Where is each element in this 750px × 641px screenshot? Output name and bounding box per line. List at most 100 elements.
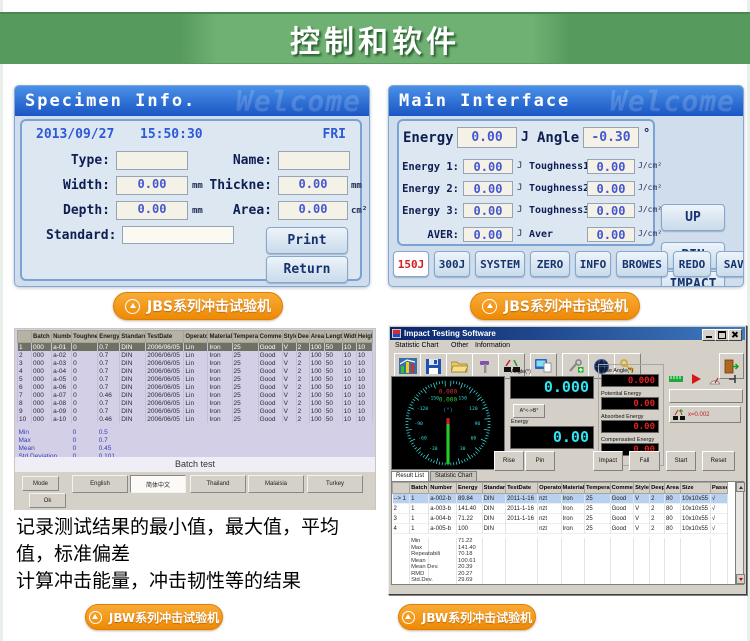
- column-header[interactable]: Style: [634, 483, 650, 494]
- column-header[interactable]: Standard: [120, 331, 146, 343]
- menu-item[interactable]: Information: [475, 342, 510, 349]
- 150j-button[interactable]: 150J: [393, 251, 429, 277]
- table-row[interactable]: 10000a-1000.46DIN2006/06/05LinIron25Good…: [18, 415, 373, 423]
- column-header[interactable]: [393, 483, 410, 494]
- vertical-scrollbar[interactable]: [735, 481, 744, 585]
- table-row[interactable]: 3000a-0300.7DIN2006/06/05LinIron25GoodV2…: [18, 359, 373, 367]
- column-header[interactable]: Area: [309, 331, 324, 343]
- language-button[interactable]: Thailand: [190, 475, 246, 493]
- column-header[interactable]: Temperat: [585, 483, 611, 494]
- column-header[interactable]: Temperat: [232, 331, 258, 343]
- type-field[interactable]: [116, 151, 188, 170]
- table-row[interactable]: 41a-005-b100DINnztIron25GoodV28010x10x55…: [393, 524, 728, 534]
- standard-field[interactable]: [122, 226, 234, 244]
- column-header[interactable]: Length: [324, 331, 342, 343]
- jbs-series-badge-right[interactable]: JBS系列冲击试验机: [470, 292, 640, 320]
- table-row[interactable]: 7000a-0700.46DIN2006/06/05LinIron25GoodV…: [18, 391, 373, 399]
- column-header[interactable]: Number: [52, 331, 72, 343]
- jbw-series-badge-left[interactable]: JBW系列冲击试验机: [85, 604, 223, 630]
- name-field[interactable]: [278, 151, 350, 170]
- save-button[interactable]: SAVE: [716, 251, 744, 277]
- column-header[interactable]: Comment: [610, 483, 633, 494]
- column-header[interactable]: Batch: [410, 483, 429, 494]
- table-row[interactable]: 2000a-0200.7DIN2006/06/05LinIron25GoodV2…: [18, 351, 373, 359]
- column-header[interactable]: Batch: [32, 331, 52, 343]
- language-button[interactable]: Turkey: [307, 475, 363, 493]
- column-header[interactable]: Standard: [482, 483, 505, 494]
- 300j-button[interactable]: 300J: [434, 251, 470, 277]
- column-header[interactable]: [18, 331, 32, 343]
- table-row[interactable]: 4000a-0400.7DIN2006/06/05LinIron25GoodV2…: [18, 367, 373, 375]
- area-field[interactable]: 0.00: [278, 201, 348, 220]
- column-header[interactable]: Energy: [457, 483, 483, 494]
- column-header[interactable]: Deep: [296, 331, 309, 343]
- table-row[interactable]: --> 11a-002-b89.84DIN2011-1-16nztIron25G…: [393, 494, 728, 504]
- column-header[interactable]: Energy: [98, 331, 120, 343]
- value-field[interactable]: 0.00: [587, 227, 635, 242]
- column-header[interactable]: Style: [282, 331, 296, 343]
- column-header[interactable]: PassedF: [710, 483, 727, 494]
- mode-button[interactable]: Mode: [22, 476, 59, 491]
- column-header[interactable]: Number: [429, 483, 457, 494]
- language-button[interactable]: English: [72, 475, 128, 493]
- ab-toggle-button[interactable]: A°<->B°: [513, 404, 545, 418]
- column-header[interactable]: Width: [342, 331, 356, 343]
- impact-button[interactable]: Impact: [593, 451, 623, 471]
- language-button[interactable]: 简体中文: [130, 475, 186, 493]
- tab-statistic-chart[interactable]: Statistic Chart: [430, 471, 477, 481]
- system-button[interactable]: SYSTEM: [475, 251, 525, 277]
- minimize-button[interactable]: [702, 329, 716, 341]
- energy-field[interactable]: 0.00: [457, 127, 517, 148]
- value-field[interactable]: 0.00: [463, 203, 513, 218]
- thickne-field[interactable]: 0.00: [278, 176, 348, 195]
- jbw-series-badge-right[interactable]: JBW系列冲击试验机: [398, 604, 536, 630]
- angle-field[interactable]: -0.30: [583, 127, 639, 148]
- reset-button[interactable]: Reset: [702, 451, 735, 471]
- scroll-up-arrow[interactable]: [736, 482, 745, 492]
- jbs-series-badge-left[interactable]: JBS系列冲击试验机: [113, 292, 283, 320]
- value-field[interactable]: 0.00: [463, 159, 513, 174]
- up-button[interactable]: UP: [661, 204, 725, 231]
- pin-button[interactable]: Pin: [525, 451, 555, 471]
- browes-button[interactable]: BROWES: [616, 251, 668, 277]
- fall-button[interactable]: Fall: [629, 451, 660, 471]
- table-row[interactable]: 31a-004-b71.22DIN2011-1-16nztIron25GoodV…: [393, 514, 728, 524]
- zero-button[interactable]: ZERO: [530, 251, 570, 277]
- column-header[interactable]: TestDate: [146, 331, 184, 343]
- column-header[interactable]: TestDate: [506, 483, 538, 494]
- table-row[interactable]: 5000a-0500.7DIN2006/06/05LinIron25GoodV2…: [18, 375, 373, 383]
- scroll-down-arrow[interactable]: [736, 574, 745, 584]
- column-header[interactable]: Material: [208, 331, 232, 343]
- width-field[interactable]: 0.00: [116, 176, 188, 195]
- return-button[interactable]: Return: [266, 256, 348, 283]
- print-button[interactable]: Print: [266, 227, 348, 254]
- table-row[interactable]: 1000a-0100.7DIN2006/06/05LinIron25GoodV2…: [18, 343, 373, 352]
- tab-result-list[interactable]: Result List: [391, 471, 429, 481]
- menu-item[interactable]: Statistic Chart: [395, 342, 439, 349]
- menu-item[interactable]: Other: [451, 342, 469, 349]
- ok-button[interactable]: Ok: [29, 493, 66, 508]
- value-field[interactable]: 0.00: [587, 159, 635, 174]
- info-button[interactable]: INFO: [575, 251, 611, 277]
- column-header[interactable]: Toughness: [72, 331, 98, 343]
- value-field[interactable]: 0.00: [587, 203, 635, 218]
- table-row[interactable]: 8000a-0800.7DIN2006/06/05LinIron25GoodV2…: [18, 399, 373, 407]
- table-row[interactable]: 9000a-0900.7DIN2006/06/05LinIron25GoodV2…: [18, 407, 373, 415]
- start-button[interactable]: Start: [666, 451, 696, 471]
- value-field[interactable]: 0.00: [463, 227, 513, 242]
- maximize-button[interactable]: [715, 329, 729, 341]
- redo-button[interactable]: REDO: [673, 251, 711, 277]
- rise-button[interactable]: Rise: [494, 451, 524, 471]
- table-row[interactable]: 6000a-0600.7DIN2006/06/05LinIron25GoodV2…: [18, 383, 373, 391]
- value-field[interactable]: 0.00: [587, 181, 635, 196]
- play-icon[interactable]: [691, 374, 701, 384]
- column-header[interactable]: Area: [664, 483, 680, 494]
- column-header[interactable]: Size: [680, 483, 710, 494]
- column-header[interactable]: Deep: [650, 483, 665, 494]
- column-header[interactable]: Comment: [258, 331, 282, 343]
- column-header[interactable]: Height: [356, 331, 372, 343]
- column-header[interactable]: Operator: [184, 331, 208, 343]
- table-row[interactable]: 21a-003-b141.40DIN2011-1-16nztIron25Good…: [393, 504, 728, 514]
- close-button[interactable]: [728, 329, 742, 341]
- language-button[interactable]: Malaisia: [248, 475, 304, 493]
